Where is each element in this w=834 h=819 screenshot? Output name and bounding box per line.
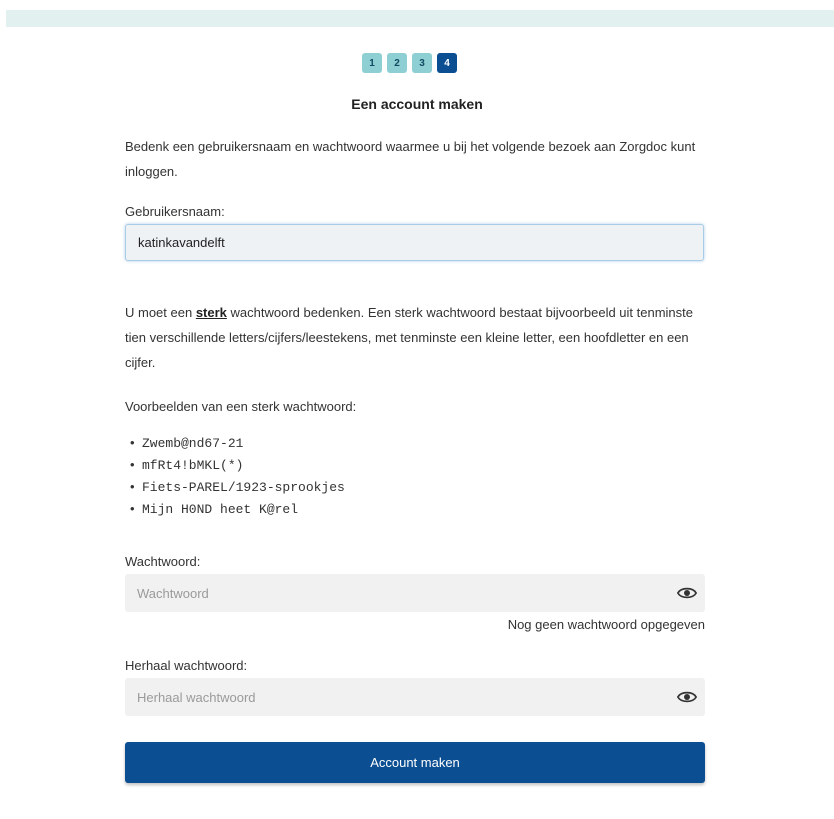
password-strength-status: Nog geen wachtwoord opgegeven [507, 617, 705, 632]
sterk-link[interactable]: sterk [196, 305, 227, 320]
repeat-password-field [125, 678, 705, 716]
step-1[interactable]: 1 [362, 53, 382, 73]
username-label: Gebruikersnaam: [125, 204, 225, 219]
example-password: Mijn H0ND heet K@rel [142, 502, 299, 517]
list-item: • Zwemb@nd67-21 [130, 435, 244, 451]
username-input[interactable] [125, 224, 704, 261]
password-label: Wachtwoord: [125, 554, 201, 569]
step-2[interactable]: 2 [387, 53, 407, 73]
top-banner [6, 10, 834, 27]
page-title: Een account maken [351, 96, 483, 112]
eye-icon[interactable] [677, 689, 697, 705]
list-item: • Mijn H0ND heet K@rel [130, 501, 299, 517]
repeat-password-label: Herhaal wachtwoord: [125, 658, 248, 673]
password-input[interactable] [125, 574, 669, 612]
eye-icon[interactable] [677, 585, 697, 601]
password-field [125, 574, 705, 612]
example-password: mfRt4!bMKL(*) [142, 458, 244, 473]
step-3[interactable]: 3 [412, 53, 432, 73]
example-password: Zwemb@nd67-21 [142, 436, 244, 451]
password-requirements-text: U moet een sterk wachtwoord bedenken. Ee… [125, 300, 706, 375]
example-passwords-list: • Zwemb@nd67-21 • mfRt4!bMKL(*) • Fiets-PAR… [130, 432, 345, 520]
requirements-text-before: U moet een [125, 305, 196, 320]
repeat-password-input[interactable] [125, 678, 669, 716]
step-4-current: 4 [437, 53, 457, 73]
list-item: • mfRt4!bMKL(*) [130, 457, 244, 473]
example-password: Fiets-PAREL/1923-sprookjes [142, 480, 345, 495]
examples-title: Voorbeelden van een sterk wachtwoord: [125, 399, 357, 414]
list-item: • Fiets-PAREL/1923-sprookjes [130, 479, 345, 495]
step-indicator: 1 2 3 4 [362, 53, 457, 73]
intro-text: Bedenk een gebruikersnaam en wachtwoord … [125, 139, 696, 179]
create-account-button[interactable]: Account maken [125, 742, 705, 783]
